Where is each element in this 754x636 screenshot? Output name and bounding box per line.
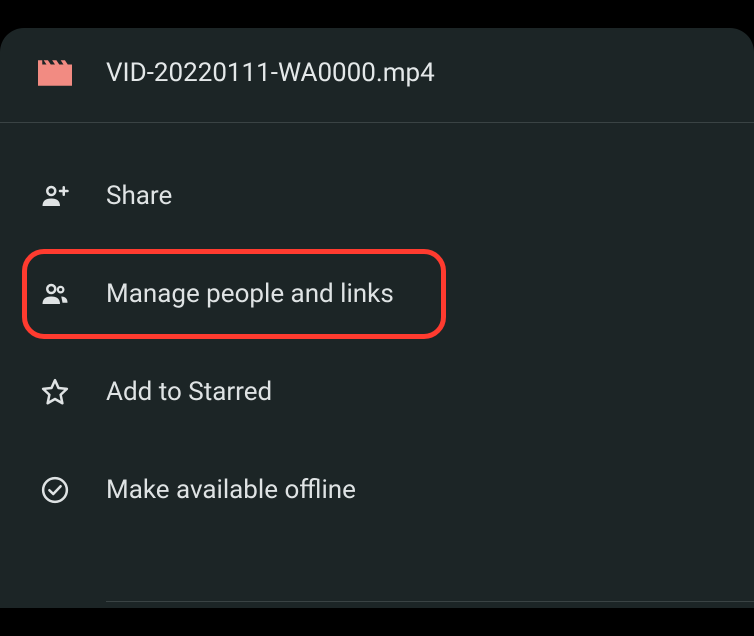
menu-item-add-starred[interactable]: Add to Starred bbox=[0, 343, 754, 441]
menu-item-label: Make available offline bbox=[106, 475, 356, 505]
star-outline-icon bbox=[38, 377, 72, 407]
video-file-icon bbox=[38, 60, 72, 86]
menu-item-share[interactable]: Share bbox=[0, 147, 754, 245]
bottom-divider bbox=[106, 601, 754, 602]
menu-item-label: Add to Starred bbox=[106, 377, 272, 407]
offline-check-icon bbox=[38, 475, 72, 505]
context-menu: Share Manage people and links Add to Sta bbox=[0, 123, 754, 539]
menu-item-available-offline[interactable]: Make available offline bbox=[0, 441, 754, 539]
menu-item-label: Share bbox=[106, 181, 172, 211]
file-name-label: VID-20220111-WA0000.mp4 bbox=[106, 58, 435, 88]
file-header: VID-20220111-WA0000.mp4 bbox=[0, 28, 754, 123]
menu-item-manage-people-links[interactable]: Manage people and links bbox=[0, 245, 754, 343]
bottom-sheet: VID-20220111-WA0000.mp4 Share bbox=[0, 28, 754, 608]
person-add-icon bbox=[38, 181, 72, 211]
menu-item-label: Manage people and links bbox=[106, 279, 394, 309]
people-icon bbox=[38, 279, 72, 309]
